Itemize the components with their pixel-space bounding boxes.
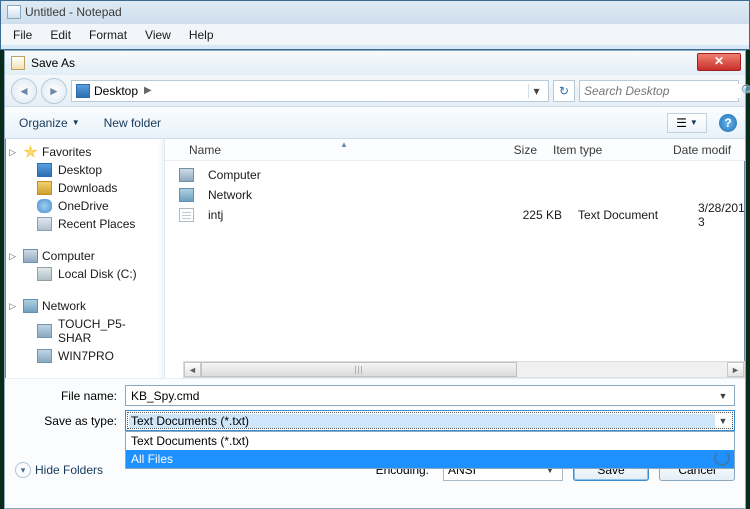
close-button[interactable]: ✕ xyxy=(697,53,741,71)
hide-folders-button[interactable]: ▾ Hide Folders xyxy=(15,462,103,478)
breadcrumb-arrow-icon[interactable]: ▶ xyxy=(142,85,154,96)
expand-icon: ▷ xyxy=(9,301,16,312)
chevron-down-icon[interactable]: ▼ xyxy=(715,416,731,426)
hide-folders-label: Hide Folders xyxy=(35,463,103,477)
nav-network[interactable]: ▷ Network xyxy=(5,297,164,315)
dialog-title: Save As xyxy=(31,56,75,70)
type-option-all[interactable]: All Files xyxy=(126,450,734,468)
network-icon xyxy=(23,299,38,313)
notepad-menubar: File Edit Format View Help xyxy=(1,23,749,45)
expand-icon: ▷ xyxy=(9,251,16,262)
notepad-window: Untitled - Notepad File Edit Format View… xyxy=(0,0,750,50)
search-box[interactable]: 🔍 xyxy=(579,80,739,102)
nav-item-win7pro[interactable]: WIN7PRO xyxy=(5,347,164,365)
computer-icon xyxy=(179,168,194,182)
navigation-pane: ▷ Favorites Desktop Downloads OneDrive R… xyxy=(5,139,165,378)
disk-icon xyxy=(37,267,52,281)
pane-divider[interactable] xyxy=(158,139,164,378)
nav-item-desktop[interactable]: Desktop xyxy=(5,161,164,179)
breadcrumb-dropdown-icon[interactable]: ▾ xyxy=(528,84,544,98)
sort-indicator-icon: ▲ xyxy=(340,140,348,149)
nav-item-recent[interactable]: Recent Places xyxy=(5,215,164,233)
col-name[interactable]: Name xyxy=(165,143,465,157)
chevron-down-icon: ▼ xyxy=(72,118,80,127)
col-date[interactable]: Date modif xyxy=(665,143,745,157)
savetype-label: Save as type: xyxy=(15,414,125,428)
menu-file[interactable]: File xyxy=(5,26,40,44)
star-icon xyxy=(23,145,38,159)
expand-icon: ▷ xyxy=(9,147,16,158)
nav-item-onedrive[interactable]: OneDrive xyxy=(5,197,164,215)
scroll-left-button[interactable]: ◄ xyxy=(184,362,201,377)
help-button[interactable]: ? xyxy=(719,114,737,132)
save-icon xyxy=(11,56,25,70)
filename-input[interactable] xyxy=(129,389,715,403)
col-size[interactable]: Size xyxy=(465,143,545,157)
refresh-button[interactable]: ↻ xyxy=(553,80,575,102)
new-folder-button[interactable]: New folder xyxy=(98,112,167,134)
downloads-icon xyxy=(37,181,52,195)
notepad-titlebar[interactable]: Untitled - Notepad xyxy=(1,1,749,23)
nav-network-label: Network xyxy=(42,299,86,313)
dialog-titlebar[interactable]: Save As ✕ xyxy=(5,51,745,75)
toolbar: Organize ▼ New folder ☰ ▼ ? xyxy=(5,107,745,139)
notepad-title: Untitled - Notepad xyxy=(25,5,122,19)
breadcrumb[interactable]: Desktop ▶ ▾ xyxy=(71,80,549,102)
nav-item-local-disk[interactable]: Local Disk (C:) xyxy=(5,265,164,283)
breadcrumb-location: Desktop xyxy=(94,84,138,98)
scroll-right-button[interactable]: ► xyxy=(727,362,744,377)
notepad-icon xyxy=(7,5,21,19)
nav-item-downloads[interactable]: Downloads xyxy=(5,179,164,197)
horizontal-scrollbar[interactable]: ◄ ► xyxy=(183,361,745,378)
pc-icon xyxy=(37,324,52,338)
organize-label: Organize xyxy=(19,116,68,130)
back-button[interactable]: ◄ xyxy=(11,78,37,104)
nav-favorites-label: Favorites xyxy=(42,145,91,159)
search-input[interactable] xyxy=(584,84,741,98)
forward-button[interactable]: ► xyxy=(41,78,67,104)
list-item[interactable]: Network xyxy=(165,185,745,205)
nav-favorites[interactable]: ▷ Favorites xyxy=(5,143,164,161)
nav-computer-label: Computer xyxy=(42,249,95,263)
menu-edit[interactable]: Edit xyxy=(42,26,79,44)
computer-icon xyxy=(23,249,38,263)
filename-combo[interactable]: ▼ xyxy=(125,385,735,406)
view-mode-button[interactable]: ☰ ▼ xyxy=(667,113,707,133)
pc-icon xyxy=(37,349,52,363)
file-icon xyxy=(179,208,194,222)
menu-view[interactable]: View xyxy=(137,26,179,44)
nav-bar: ◄ ► Desktop ▶ ▾ ↻ 🔍 xyxy=(5,75,745,107)
menu-format[interactable]: Format xyxy=(81,26,135,44)
form-area: File name: ▼ Save as type: ▼ Text Docume… xyxy=(5,378,745,508)
type-option-txt[interactable]: Text Documents (*.txt) xyxy=(126,432,734,450)
menu-help[interactable]: Help xyxy=(181,26,222,44)
organize-button[interactable]: Organize ▼ xyxy=(13,112,86,134)
scroll-thumb[interactable] xyxy=(201,362,517,377)
savetype-value[interactable] xyxy=(129,414,715,428)
save-as-dialog: Save As ✕ ◄ ► Desktop ▶ ▾ ↻ 🔍 Organize ▼… xyxy=(4,50,746,509)
nav-item-touch[interactable]: TOUCH_P5-SHAR xyxy=(5,315,164,347)
search-icon: 🔍 xyxy=(741,84,750,98)
desktop-icon xyxy=(76,84,90,98)
column-headers: ▲ Name Size Item type Date modif xyxy=(165,139,745,161)
list-item[interactable]: Computer xyxy=(165,165,745,185)
col-type[interactable]: Item type xyxy=(545,143,665,157)
scroll-track[interactable] xyxy=(201,362,727,377)
network-icon xyxy=(179,188,194,202)
new-folder-label: New folder xyxy=(104,116,161,130)
hourglass-icon xyxy=(714,450,730,466)
savetype-combo[interactable]: ▼ Text Documents (*.txt) All Files xyxy=(125,410,735,431)
recent-icon xyxy=(37,217,52,231)
chevron-down-icon: ▼ xyxy=(690,118,698,127)
savetype-dropdown: Text Documents (*.txt) All Files xyxy=(125,431,735,469)
list-item[interactable]: intj 225 KB Text Document 3/28/2019 3 xyxy=(165,205,745,225)
chevron-down-icon[interactable]: ▼ xyxy=(715,391,731,401)
onedrive-icon xyxy=(37,199,52,213)
filename-label: File name: xyxy=(15,389,125,403)
nav-computer[interactable]: ▷ Computer xyxy=(5,247,164,265)
collapse-icon: ▾ xyxy=(15,462,31,478)
view-icon: ☰ xyxy=(676,116,687,130)
file-list: ▲ Name Size Item type Date modif Compute… xyxy=(165,139,745,378)
desktop-icon xyxy=(37,163,52,177)
